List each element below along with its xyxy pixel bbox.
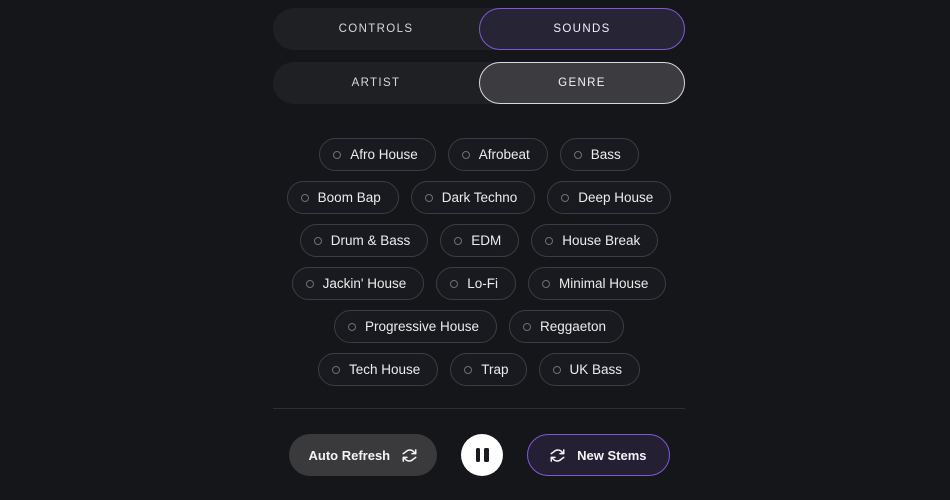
new-stems-label: New Stems xyxy=(577,447,647,463)
radio-circle-icon xyxy=(313,236,322,245)
pause-icon xyxy=(475,448,489,462)
genre-pill-label: Drum & Bass xyxy=(330,233,411,248)
genre-pill-label: Afro House xyxy=(350,147,418,162)
refresh-icon xyxy=(550,448,565,462)
genre-pill-label: Trap xyxy=(481,362,509,377)
genre-pill-label: Bass xyxy=(590,147,621,162)
genre-pill[interactable]: Deep House xyxy=(547,181,672,214)
genre-pill-label: Boom Bap xyxy=(317,190,381,205)
new-stems-button[interactable]: New Stems xyxy=(527,434,670,476)
genre-pill-label: Tech House xyxy=(348,362,421,377)
refresh-icon xyxy=(402,448,417,462)
genre-pill-label: Jackin' House xyxy=(322,276,407,291)
secondary-tab-row: ARTIST GENRE xyxy=(273,62,685,104)
genre-pill[interactable]: Tech House xyxy=(317,353,439,386)
radio-circle-icon xyxy=(300,193,309,202)
genre-pill[interactable]: Drum & Bass xyxy=(299,224,429,257)
transport-control-bar: Auto Refresh New Stems xyxy=(273,434,685,476)
genre-pill-label: Deep House xyxy=(578,190,654,205)
genre-pill-label: Afrobeat xyxy=(478,147,530,162)
genre-pill[interactable]: EDM xyxy=(440,224,520,257)
tab-controls[interactable]: CONTROLS xyxy=(273,8,479,50)
genre-pill-label: UK Bass xyxy=(569,362,623,377)
genre-pill[interactable]: Bass xyxy=(559,138,639,171)
radio-circle-icon xyxy=(523,322,531,331)
radio-circle-icon xyxy=(333,150,342,159)
radio-circle-icon xyxy=(331,365,340,374)
genre-pill[interactable]: Trap xyxy=(450,353,527,386)
genre-pill[interactable]: Afro House xyxy=(319,138,436,171)
radio-circle-icon xyxy=(464,365,473,374)
radio-circle-icon xyxy=(545,236,554,245)
tab-artist[interactable]: ARTIST xyxy=(273,62,479,104)
play-pause-button[interactable] xyxy=(461,434,504,476)
genre-pill-label: Progressive House xyxy=(364,319,479,334)
genre-pill[interactable]: UK Bass xyxy=(538,353,641,386)
auto-refresh-label: Auto Refresh xyxy=(308,447,391,463)
tab-sounds[interactable]: SOUNDS xyxy=(479,8,685,50)
radio-circle-icon xyxy=(561,193,570,202)
genre-pill[interactable]: Progressive House xyxy=(333,310,497,343)
radio-circle-icon xyxy=(347,322,356,331)
genre-pill-label: EDM xyxy=(471,233,502,248)
genre-pill-label: House Break xyxy=(562,233,641,248)
genre-pill[interactable]: Dark Techno xyxy=(410,181,536,214)
radio-circle-icon xyxy=(542,279,551,288)
genre-pill[interactable]: Minimal House xyxy=(528,267,667,300)
radio-circle-icon xyxy=(552,365,561,374)
radio-circle-icon xyxy=(573,150,582,159)
genre-pill-label: Minimal House xyxy=(559,276,649,291)
radio-circle-icon xyxy=(454,236,463,245)
radio-circle-icon xyxy=(450,279,459,288)
genre-pill[interactable]: Boom Bap xyxy=(286,181,399,214)
radio-circle-icon xyxy=(424,193,433,202)
genre-pill[interactable]: House Break xyxy=(531,224,659,257)
genre-pill-list: Afro House Afrobeat Bass Boom Bap Dark T… xyxy=(273,138,685,386)
genre-pill[interactable]: Reggaeton xyxy=(509,310,625,343)
genre-pill[interactable]: Afrobeat xyxy=(447,138,548,171)
genre-pill[interactable]: Jackin' House xyxy=(291,267,425,300)
tab-genre[interactable]: GENRE xyxy=(479,62,685,104)
radio-circle-icon xyxy=(305,279,314,288)
genre-pill[interactable]: Lo-Fi xyxy=(436,267,517,300)
panel-content: CONTROLS SOUNDS ARTIST GENRE Afro House … xyxy=(273,0,685,500)
auto-refresh-button[interactable]: Auto Refresh xyxy=(288,434,438,476)
radio-circle-icon xyxy=(461,150,470,159)
primary-tab-row: CONTROLS SOUNDS xyxy=(273,8,685,50)
section-divider xyxy=(273,408,685,409)
genre-pill-label: Dark Techno xyxy=(441,190,518,205)
genre-pill-label: Lo-Fi xyxy=(467,276,499,291)
genre-pill-label: Reggaeton xyxy=(540,319,607,334)
sound-genre-panel: CONTROLS SOUNDS ARTIST GENRE Afro House … xyxy=(0,0,950,500)
